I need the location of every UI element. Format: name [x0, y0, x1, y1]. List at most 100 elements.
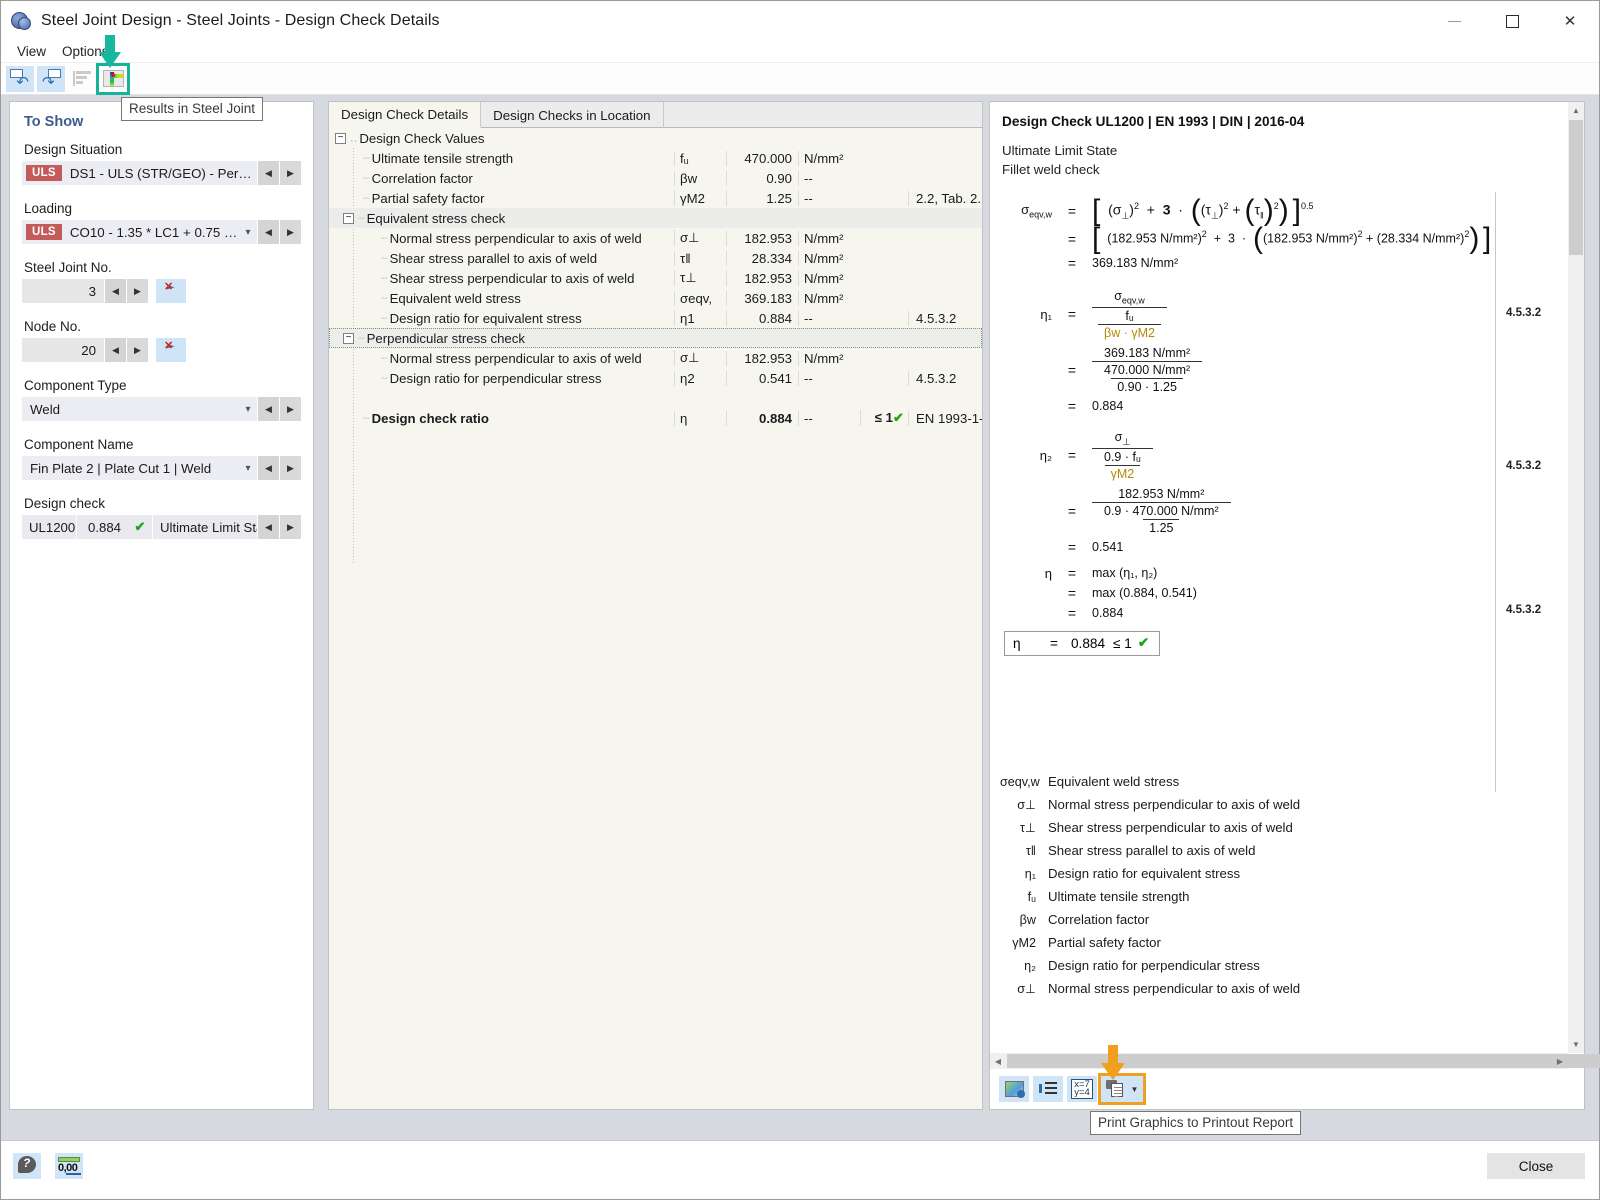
design-check-code[interactable]: UL1200 — [22, 515, 76, 539]
steel-joint-pick-button[interactable]: ✕ — [156, 279, 186, 303]
design-check-row: UL1200 0.884 ✔ Ultimate Limit State |… ◀… — [22, 515, 301, 539]
tree-dots: ┈ — [363, 192, 370, 205]
legend-symbol: σeqv,w — [1000, 775, 1040, 789]
node-no-next-button[interactable]: ▶ — [126, 338, 148, 362]
steel-joint-no-next-button[interactable]: ▶ — [126, 279, 148, 303]
formula-sigma-symbol: σeqv,w — [1021, 202, 1052, 220]
design-check-name: Ultimate Limit State |… — [152, 515, 257, 539]
printer-icon — [1105, 1080, 1128, 1098]
chevron-down-icon[interactable]: ▾ — [239, 227, 257, 238]
chevron-down-icon[interactable]: ▾ — [239, 463, 257, 474]
table-row[interactable]: ┈ Shear stress perpendicular to axis of w… — [329, 268, 982, 288]
legend-symbol: τ⊥ — [1020, 821, 1036, 835]
table-row[interactable]: ┈ Correlation factor βw 0.90 -- — [329, 168, 982, 188]
table-row[interactable]: − ┈ Equivalent stress check — [329, 208, 982, 228]
eta2-symbol: η₂ — [1039, 447, 1052, 463]
scroll-right-icon[interactable]: ▶ — [1552, 1053, 1568, 1069]
collapse-icon[interactable]: − — [343, 212, 354, 224]
minimize-button[interactable] — [1425, 1, 1483, 41]
table-row[interactable]: ┈ Partial safety factor γM2 1.25 -- 2.2, Tab.… — [329, 188, 982, 208]
row-symbol: γM2 — [674, 190, 726, 206]
component-type-next-button[interactable]: ▶ — [279, 397, 301, 421]
detail-vertical-scrollbar[interactable]: ▲ ▼ — [1568, 102, 1584, 1053]
vertical-scroll-thumb[interactable] — [1569, 120, 1583, 255]
scroll-left-icon[interactable]: ◀ — [990, 1053, 1006, 1069]
row-label-cell: − ┈ Equivalent stress check — [329, 211, 674, 226]
design-check-next-button[interactable]: ▶ — [279, 515, 301, 539]
component-type-combo[interactable]: Weld ▾ — [22, 397, 257, 421]
loading-row: ULS CO10 - 1.35 * LC1 + 0.75 * LC2… ▾ ◀ … — [22, 220, 301, 244]
units-decimal-places-button[interactable]: 0,00 — [55, 1153, 83, 1179]
collapse-icon[interactable]: − — [335, 132, 346, 144]
undo-button[interactable]: ↶ — [6, 65, 34, 92]
loading-next-button[interactable]: ▶ — [279, 220, 301, 244]
legend-text: Ultimate tensile strength — [1048, 889, 1190, 904]
steel-joint-no-label: Steel Joint No. — [24, 260, 112, 275]
final-result-wrap: η = 0.884 ≤ 1 ✔ — [1002, 631, 1568, 656]
node-no-input[interactable]: 20 — [22, 338, 104, 362]
table-row[interactable]: ┈ Normal stress perpendicular to axis of … — [329, 228, 982, 248]
legend-text: Design ratio for perpendicular stress — [1048, 958, 1260, 973]
design-situation-prev-button[interactable]: ◀ — [257, 161, 279, 185]
detail-list-button[interactable] — [1033, 1076, 1063, 1102]
table-row[interactable]: − ┈ Perpendicular stress check — [329, 328, 982, 348]
menu-item-view[interactable]: View — [9, 44, 54, 59]
close-window-button[interactable]: ✕ — [1541, 1, 1599, 41]
horizontal-scroll-thumb[interactable] — [1007, 1054, 1600, 1068]
row-symbol: τ‖ — [674, 250, 726, 266]
maximize-button[interactable] — [1483, 1, 1541, 41]
table-row[interactable]: ┈ Shear stress parallel to axis of weld τ‖… — [329, 248, 982, 268]
table-row[interactable]: ┈ Equivalent weld stress σeqv, 369.183 N/mm² — [329, 288, 982, 308]
component-name-combo[interactable]: Fin Plate 2 | Plate Cut 1 | Weld ▾ — [22, 456, 257, 480]
help-button[interactable] — [13, 1153, 41, 1179]
row-label-cell: ┈ Normal stress perpendicular to axis of … — [329, 351, 674, 366]
loading-prev-button[interactable]: ◀ — [257, 220, 279, 244]
units-icon: 0,00 — [57, 1157, 81, 1175]
cursor-pick-icon: ✕ — [164, 281, 177, 298]
redo-button[interactable]: ↷ — [37, 65, 65, 92]
chevron-down-icon[interactable]: ▾ — [239, 404, 257, 415]
component-name-prev-button[interactable]: ◀ — [257, 456, 279, 480]
steel-joint-no-prev-button[interactable]: ◀ — [104, 279, 126, 303]
table-row[interactable]: ┈ Design ratio for equivalent stress η1 0.8… — [329, 308, 982, 328]
row-value: 0.884 — [726, 310, 798, 326]
design-check-status-icon: ✔ — [128, 515, 152, 539]
exponent-0-5: 0.5 — [1300, 201, 1314, 212]
results-in-steel-joint-button[interactable] — [96, 62, 130, 95]
legend-row: τ⊥ Shear stress perpendicular to axis of … — [1000, 820, 1300, 843]
design-situation-next-button[interactable]: ▶ — [279, 161, 301, 185]
table-row[interactable]: ┈ Design ratio for perpendicular stress η2… — [329, 368, 982, 388]
row-unit: N/mm² — [798, 250, 860, 266]
formula-eta2: η₂ = σ⊥ 0.9 · fᵤ γM2 = 182.953 N/mm² 0.9… — [1000, 430, 1568, 555]
row-value: 0.884 — [726, 410, 798, 426]
node-pick-button[interactable]: ✕ — [156, 338, 186, 362]
table-row[interactable]: ┈ Normal stress perpendicular to axis of … — [329, 348, 982, 368]
final-limit: ≤ 1 — [1113, 635, 1132, 651]
loading-combo[interactable]: ULS CO10 - 1.35 * LC1 + 0.75 * LC2… ▾ — [22, 220, 257, 244]
node-no-prev-button[interactable]: ◀ — [104, 338, 126, 362]
component-type-prev-button[interactable]: ◀ — [257, 397, 279, 421]
row-symbol: σ⊥ — [674, 350, 726, 366]
design-check-prev-button[interactable]: ◀ — [257, 515, 279, 539]
symbol-legend: σeqv,w Equivalent weld stress σ⊥ Normal str… — [1000, 774, 1300, 1004]
design-check-values-tree: − ‥ Design Check Values ┈ Ultimate tensil… — [329, 128, 982, 563]
scroll-down-icon[interactable]: ▼ — [1568, 1036, 1584, 1053]
component-name-next-button[interactable]: ▶ — [279, 456, 301, 480]
table-row[interactable]: ┈ Design check ratio η 0.884 -- ≤ 1✔ EN 1993-1… — [329, 408, 982, 428]
results-table-button[interactable] — [68, 66, 96, 92]
steel-joint-no-input[interactable]: 3 — [22, 279, 104, 303]
design-situation-combo[interactable]: ULS DS1 - ULS (STR/GEO) - Permane… — [22, 161, 257, 185]
collapse-icon[interactable]: − — [343, 332, 354, 344]
save-graphic-button[interactable] — [999, 1076, 1029, 1102]
formula-values-button[interactable]: x=7 y=4 — [1067, 1076, 1097, 1102]
tab-design-checks-in-location[interactable]: Design Checks in Location — [481, 102, 664, 128]
tab-design-check-details[interactable]: Design Check Details — [329, 102, 482, 128]
row-value: 470.000 — [726, 150, 798, 166]
tree-root-row[interactable]: − ‥ Design Check Values — [329, 128, 982, 148]
chevron-down-icon[interactable]: ▼ — [1131, 1085, 1139, 1094]
detail-horizontal-scrollbar[interactable]: ◀ ▶ — [990, 1053, 1600, 1069]
close-button[interactable]: Close — [1487, 1153, 1585, 1179]
row-reference: EN 1993-1-8, 4.5.3.2 — [908, 410, 982, 426]
table-row[interactable]: ┈ Ultimate tensile strength fᵤ 470.000 N/mm² — [329, 148, 982, 168]
scroll-up-icon[interactable]: ▲ — [1568, 102, 1584, 119]
